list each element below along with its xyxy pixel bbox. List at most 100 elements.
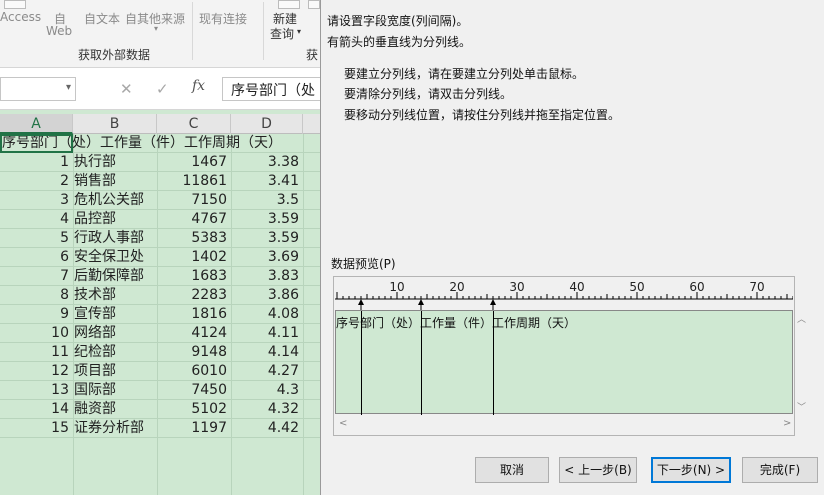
workload-cell[interactable]: 5383 — [158, 229, 230, 247]
row-number-cell[interactable]: 8 — [0, 286, 72, 304]
cycle-days-cell[interactable]: 3.86 — [232, 286, 302, 304]
row-number-cell[interactable]: 14 — [0, 400, 72, 418]
department-cell[interactable]: 危机公关部 — [74, 191, 156, 209]
row-number-cell[interactable]: 6 — [0, 248, 72, 266]
column-break-line[interactable] — [361, 311, 362, 415]
insert-function-icon[interactable]: fx — [192, 78, 205, 94]
cycle-days-cell[interactable]: 4.32 — [232, 400, 302, 418]
table-row[interactable]: 10 网络部 4124 4.11 — [0, 324, 320, 343]
row-number-cell[interactable]: 1 — [0, 153, 72, 171]
row-number-cell[interactable]: 12 — [0, 362, 72, 380]
department-cell[interactable]: 后勤保障部 — [74, 267, 156, 285]
workload-cell[interactable]: 9148 — [158, 343, 230, 361]
table-row[interactable]: 8 技术部 2283 3.86 — [0, 286, 320, 305]
scroll-right-icon[interactable]: > — [783, 418, 791, 429]
workload-cell[interactable]: 5102 — [158, 400, 230, 418]
table-row[interactable]: 5 行政人事部 5383 3.59 — [0, 229, 320, 248]
new-query-button-line2[interactable]: 查询 — [270, 25, 294, 42]
cycle-days-cell[interactable]: 4.42 — [232, 419, 302, 437]
table-row[interactable]: 13 国际部 7450 4.3 — [0, 381, 320, 400]
column-header-c[interactable]: C — [157, 114, 231, 134]
department-cell[interactable]: 技术部 — [74, 286, 156, 304]
table-row[interactable]: 9 宣传部 1816 4.08 — [0, 305, 320, 324]
workload-cell[interactable]: 4124 — [158, 324, 230, 342]
cycle-days-cell[interactable]: 4.11 — [232, 324, 302, 342]
cycle-days-cell[interactable]: 3.59 — [232, 210, 302, 228]
table-row[interactable]: 15 证券分析部 1197 4.42 — [0, 419, 320, 438]
row-number-cell[interactable]: 10 — [0, 324, 72, 342]
workload-cell[interactable]: 4767 — [158, 210, 230, 228]
workload-cell[interactable]: 7450 — [158, 381, 230, 399]
table-row[interactable]: 4 品控部 4767 3.59 — [0, 210, 320, 229]
row-number-cell[interactable]: 2 — [0, 172, 72, 190]
workload-cell[interactable]: 7150 — [158, 191, 230, 209]
row-number-cell[interactable]: 4 — [0, 210, 72, 228]
department-cell[interactable]: 网络部 — [74, 324, 156, 342]
department-cell[interactable]: 安全保卫处 — [74, 248, 156, 266]
department-cell[interactable]: 品控部 — [74, 210, 156, 228]
data-preview-window[interactable]: 序号部门（处）工作量（件）工作周期（天） — [335, 310, 793, 415]
cycle-days-cell[interactable]: 3.83 — [232, 267, 302, 285]
department-cell[interactable]: 项目部 — [74, 362, 156, 380]
department-cell[interactable]: 证券分析部 — [74, 419, 156, 437]
cycle-days-cell[interactable]: 4.08 — [232, 305, 302, 323]
column-break-line[interactable] — [421, 311, 422, 415]
column-header-e[interactable] — [303, 114, 320, 134]
scroll-down-icon[interactable]: ﹀ — [797, 400, 806, 413]
column-header-a[interactable]: A — [0, 114, 73, 134]
workload-cell[interactable]: 2283 — [158, 286, 230, 304]
workload-cell[interactable]: 1816 — [158, 305, 230, 323]
workload-cell[interactable]: 1197 — [158, 419, 230, 437]
column-header-b[interactable]: B — [73, 114, 157, 134]
row-number-cell[interactable]: 11 — [0, 343, 72, 361]
cycle-days-cell[interactable]: 4.14 — [232, 343, 302, 361]
table-row[interactable]: 7 后勤保障部 1683 3.83 — [0, 267, 320, 286]
chevron-down-icon[interactable]: ▾ — [66, 82, 71, 93]
department-cell[interactable]: 纪检部 — [74, 343, 156, 361]
enter-icon[interactable]: ✓ — [156, 80, 169, 98]
chevron-down-icon[interactable]: ▾ — [297, 27, 301, 36]
formula-input[interactable]: 序号部门（处 — [222, 77, 320, 101]
scroll-left-icon[interactable]: < — [339, 418, 347, 429]
cycle-days-cell[interactable]: 3.59 — [232, 229, 302, 247]
column-ruler[interactable]: 10 20 30 40 50 60 70 — [335, 278, 793, 310]
workload-cell[interactable]: 1683 — [158, 267, 230, 285]
cycle-days-cell[interactable]: 4.27 — [232, 362, 302, 380]
cancel-icon[interactable]: ✕ — [120, 80, 133, 98]
column-break-line[interactable] — [493, 311, 494, 415]
table-row[interactable]: 2 销售部 11861 3.41 — [0, 172, 320, 191]
cycle-days-cell[interactable]: 3.41 — [232, 172, 302, 190]
row-number-cell[interactable]: 3 — [0, 191, 72, 209]
workload-cell[interactable]: 11861 — [158, 172, 230, 190]
department-cell[interactable]: 执行部 — [74, 153, 156, 171]
row-number-cell[interactable]: 9 — [0, 305, 72, 323]
worksheet-grid[interactable]: A B C D 序号部门（处）工作量（件）工作周期（天） 1 执行部 1467 3.3… — [0, 110, 320, 495]
department-cell[interactable]: 销售部 — [74, 172, 156, 190]
chevron-down-icon[interactable]: ▾ — [154, 24, 158, 33]
from-access-button[interactable]: Access — [0, 10, 41, 24]
from-web-label-2[interactable]: Web — [46, 24, 72, 38]
table-row[interactable]: 11 纪检部 9148 4.14 — [0, 343, 320, 362]
table-row[interactable]: 1 执行部 1467 3.38 — [0, 153, 320, 172]
table-row[interactable]: 6 安全保卫处 1402 3.69 — [0, 248, 320, 267]
row-number-cell[interactable]: 5 — [0, 229, 72, 247]
from-text-button[interactable]: 自文本 — [84, 10, 120, 27]
finish-button[interactable]: 完成(F) — [742, 457, 818, 483]
department-cell[interactable]: 融资部 — [74, 400, 156, 418]
row-number-cell[interactable]: 13 — [0, 381, 72, 399]
back-button[interactable]: < 上一步(B) — [559, 457, 637, 483]
cycle-days-cell[interactable]: 3.5 — [232, 191, 302, 209]
department-cell[interactable]: 国际部 — [74, 381, 156, 399]
table-row[interactable]: 14 融资部 5102 4.32 — [0, 400, 320, 419]
workload-cell[interactable]: 6010 — [158, 362, 230, 380]
cycle-days-cell[interactable]: 4.3 — [232, 381, 302, 399]
department-cell[interactable]: 行政人事部 — [74, 229, 156, 247]
next-button[interactable]: 下一步(N) > — [651, 457, 731, 483]
column-header-d[interactable]: D — [231, 114, 303, 134]
workload-cell[interactable]: 1467 — [158, 153, 230, 171]
cycle-days-cell[interactable]: 3.69 — [232, 248, 302, 266]
name-box[interactable]: ▾ — [0, 77, 76, 101]
department-cell[interactable]: 宣传部 — [74, 305, 156, 323]
cancel-button[interactable]: 取消 — [475, 457, 549, 483]
scroll-up-icon[interactable]: ︿ — [797, 312, 806, 325]
